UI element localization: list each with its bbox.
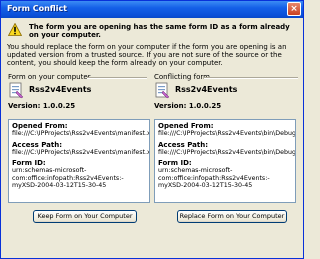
right-access-path-value: file:///C:\IPProjects\Rss2v4Events\bin\D… — [158, 148, 296, 156]
right-group-label: Conflicting form — [154, 73, 210, 81]
left-form-name: Rss2v4Events — [29, 85, 92, 94]
window-title: Form Conflict — [7, 4, 68, 13]
right-form-details[interactable]: Opened From: file:///C:\IPProjects\Rss2v… — [154, 119, 296, 203]
infopath-form-icon — [155, 82, 170, 99]
left-access-path-value: file:///C:\IPProjects\Rss2v4Events\manif… — [12, 148, 150, 156]
left-access-path-label: Access Path: — [12, 140, 63, 149]
keep-form-button[interactable]: Keep Form on Your Computer — [33, 210, 137, 223]
right-form-version: Version: 1.0.0.25 — [154, 102, 222, 110]
right-access-path-label: Access Path: — [158, 140, 209, 149]
right-form-name: Rss2v4Events — [175, 85, 238, 94]
close-icon: × — [290, 4, 298, 14]
right-form-id-label: Form ID: — [158, 159, 192, 168]
conflict-message-body: You should replace the form on your comp… — [7, 43, 287, 67]
conflict-message-heading: The form you are opening has the same fo… — [29, 23, 290, 39]
left-form-version: Version: 1.0.0.25 — [8, 102, 76, 110]
left-form-id-label: Form ID: — [12, 159, 46, 168]
right-group-divider — [204, 77, 298, 79]
left-form-id-value: urn:schemas-microsoft-com:office:infopat… — [12, 167, 124, 190]
replace-form-button[interactable]: Replace Form on Your Computer — [177, 210, 287, 223]
left-group-label: Form on your computer — [8, 73, 91, 81]
left-form-details[interactable]: Opened From: file:///C:\IPProjects\Rss2v… — [8, 119, 150, 203]
left-group-divider — [87, 77, 147, 79]
form-conflict-dialog: Form Conflict × The form you are opening… — [0, 0, 304, 259]
right-form-id-value: urn:schemas-microsoft-com:office:infopat… — [158, 167, 270, 190]
left-opened-from-label: Opened From: — [12, 122, 68, 130]
left-opened-from-value: file:///C:\IPProjects\Rss2v4Events\manif… — [12, 130, 150, 138]
infopath-form-icon — [9, 82, 24, 99]
warning-icon — [8, 23, 22, 36]
close-button[interactable]: × — [287, 2, 301, 16]
right-opened-from-value: file:///C:\IPProjects\Rss2v4Events\bin\D… — [158, 130, 296, 138]
title-bar[interactable]: Form Conflict × — [1, 1, 303, 18]
right-opened-from-label: Opened From: — [158, 122, 214, 130]
